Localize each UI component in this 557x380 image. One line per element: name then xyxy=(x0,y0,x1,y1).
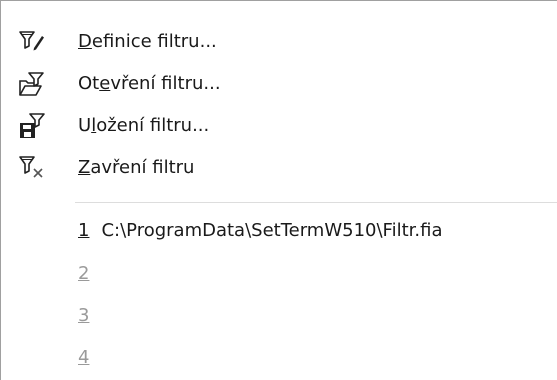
menu-item-label: Otevření filtru... xyxy=(78,73,221,94)
recent-file-item-1[interactable]: 1 C:\ProgramData\SetTermW510\Filtr.fia xyxy=(2,212,557,250)
menu-item-open-filter[interactable]: Otevření filtru... xyxy=(2,65,557,103)
filter-edit-icon xyxy=(17,27,47,57)
menu-item-label: Zavření filtru xyxy=(78,157,195,178)
filter-context-menu: Definice filtru... Otevření filtru... Ul… xyxy=(0,0,557,380)
recent-file-item-4[interactable]: 4 xyxy=(2,339,557,377)
filter-open-icon xyxy=(17,69,47,99)
filter-save-icon xyxy=(17,111,47,141)
recent-file-item-3[interactable]: 3 xyxy=(2,297,557,335)
menu-item-close-filter[interactable]: Zavření filtru xyxy=(2,149,557,187)
menu-item-define-filter[interactable]: Definice filtru... xyxy=(2,23,557,61)
recent-file-label: 3 xyxy=(78,305,90,326)
menu-separator xyxy=(75,202,557,203)
recent-file-label: 2 xyxy=(78,263,90,284)
menu-item-save-filter[interactable]: Uložení filtru... xyxy=(2,107,557,145)
recent-file-label: 4 xyxy=(78,347,90,368)
menu-item-label: Uložení filtru... xyxy=(78,115,210,136)
recent-file-item-2[interactable]: 2 xyxy=(2,255,557,293)
filter-close-icon xyxy=(17,153,47,183)
menu-item-label: Definice filtru... xyxy=(78,31,217,52)
recent-file-label: 1 C:\ProgramData\SetTermW510\Filtr.fia xyxy=(78,220,443,241)
